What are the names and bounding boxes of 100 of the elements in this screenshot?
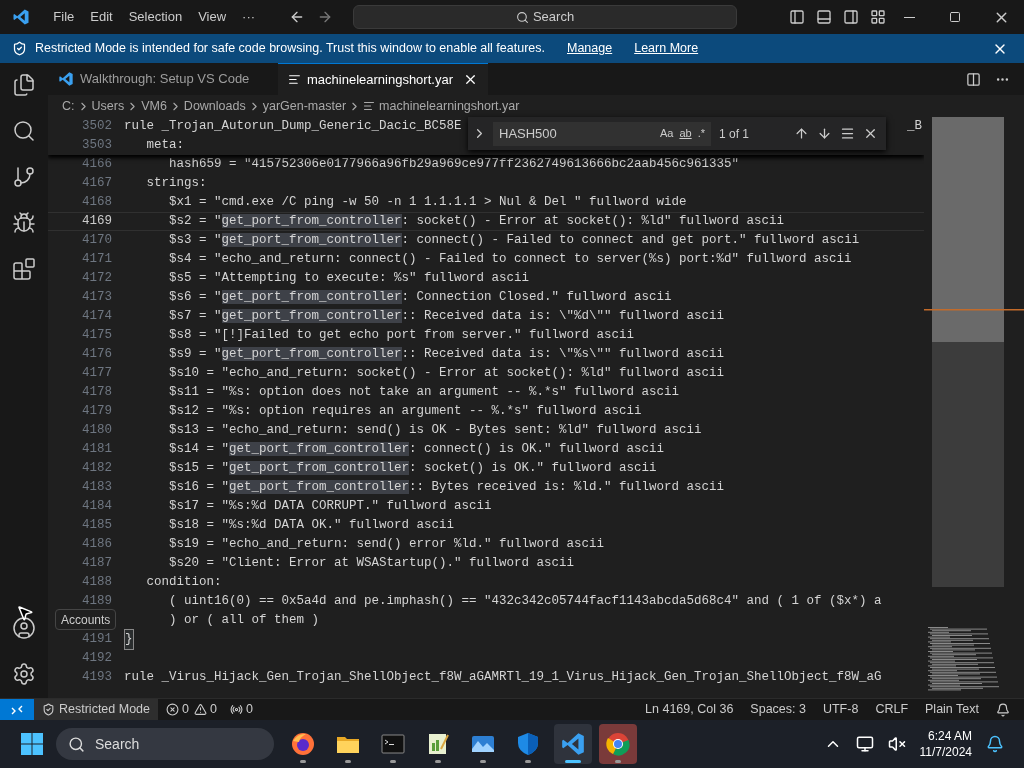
code-line: $s7 = "get_port_from_controller:: Received data is: \"%d\"" fullword ascii: [168, 308, 725, 326]
clock-date[interactable]: 11/7/2024: [919, 744, 972, 760]
shield-icon: [515, 731, 541, 757]
menu-item[interactable]: ···: [234, 7, 264, 27]
banner-link[interactable]: Learn More: [634, 39, 699, 58]
previous-match-icon[interactable]: [794, 126, 809, 141]
code-line: $s19 = "echo_and_return: send() error %ld." fullword ascii: [168, 536, 605, 554]
line-number: 4193: [81, 669, 112, 687]
windows-logo-icon[interactable]: [20, 732, 44, 756]
tab-label: machinelearningshort.yar: [307, 70, 453, 89]
remote-button[interactable]: [0, 698, 34, 721]
code-line: hash659 = "415752306e0177966a96fb29a969ce977ff2362749613666bc2aab456c961335": [168, 156, 740, 174]
match-count: 1 of 1: [719, 125, 750, 143]
code-line: rule _Trojan_Autorun_Dump_Generic_Dacic_BC58E: [124, 118, 462, 136]
line-number: 4168: [81, 194, 112, 212]
taskbar-app[interactable]: [554, 724, 592, 764]
ports-icon: [229, 703, 243, 716]
code-line: $s4 = "echo_and_return: connect() - Failed to connect to server(%s) port:%d" fullword ascii: [168, 251, 852, 269]
vscode-logo-icon: [11, 8, 30, 26]
search-icon: [68, 735, 85, 753]
tab-label: Walkthrough: Setup VS Code: [80, 70, 250, 89]
line-number: 4166: [81, 156, 112, 174]
network-icon[interactable]: [855, 735, 874, 753]
sidebar-toggle-icon[interactable]: [789, 9, 805, 25]
volume-muted-icon[interactable]: [887, 735, 906, 753]
status-item[interactable]: CRLF: [875, 700, 909, 719]
code-line: $s14 = "get_port_from_controller: connect() is OK." fullword ascii: [168, 441, 665, 459]
status-item[interactable]: UTF-8: [822, 700, 859, 719]
code-line: $s2 = "get_port_from_controller: socket() - Error at socket(): %ld" fullword ascii: [168, 213, 785, 231]
code-line: $s3 = "get_port_from_controller: connect() - Failed to connect and get port." fullword ascii: [168, 232, 860, 250]
menu-item[interactable]: Selection: [120, 7, 191, 27]
files-icon[interactable]: [12, 73, 36, 97]
error-count[interactable]: 0: [182, 700, 189, 719]
notification-icon[interactable]: [986, 735, 1004, 753]
code-line: $s9 = "get_port_from_controller:: Received data is: \"%s\"" fullword ascii: [168, 346, 725, 364]
line-number: 4174: [81, 308, 112, 326]
line-number: 4178: [81, 384, 112, 402]
find-option[interactable]: .*: [697, 125, 705, 142]
breadcrumb-item[interactable]: Downloads: [183, 96, 246, 116]
panel-toggle-icon[interactable]: [816, 9, 832, 25]
banner-message: Restricted Mode is intended for safe code browsing. Trust this window to enable all features.: [35, 40, 545, 58]
restricted-mode-button[interactable]: Restricted Mode: [34, 698, 158, 721]
code-line: $s16 = "get_port_from_controller:: Bytes received is: %ld." fullword ascii: [168, 479, 725, 497]
bell-icon[interactable]: [996, 702, 1010, 717]
line-number: 4172: [81, 270, 112, 288]
banner-link[interactable]: Manage: [567, 39, 613, 58]
search-field[interactable]: Search: [353, 5, 737, 29]
line-number: 4171: [81, 251, 112, 269]
layout-icon[interactable]: [870, 9, 886, 25]
branch-icon[interactable]: [12, 165, 36, 189]
menu-item[interactable]: Edit: [82, 7, 121, 27]
file-lines-icon: [288, 73, 301, 86]
bug-icon[interactable]: [12, 211, 36, 235]
secondary-sidebar-icon[interactable]: [843, 9, 859, 25]
line-number: 4187: [81, 555, 112, 573]
breadcrumb-item[interactable]: machinelearningshort.yar: [379, 96, 520, 116]
code-line: ) or ( all of them ): [168, 612, 320, 630]
find-option[interactable]: ab: [679, 125, 692, 142]
taskbar-search[interactable]: Search: [56, 728, 274, 760]
code-line: $s10 = "echo_and_return: socket() - Error at socket(): %ld" fullword ascii: [168, 365, 725, 383]
vscode-logo-icon: [58, 71, 74, 87]
chrome-icon: [605, 731, 631, 757]
line-number: 4189: [81, 593, 112, 611]
mouse-pointer-icon: [16, 604, 34, 622]
settings-icon[interactable]: [12, 662, 36, 686]
terminal-icon: [380, 731, 406, 757]
find-in-selection-icon[interactable]: [840, 126, 855, 141]
warning-count[interactable]: 0: [209, 700, 217, 719]
line-number: 4185: [81, 517, 112, 535]
next-match-icon[interactable]: [817, 126, 832, 141]
ports-count[interactable]: 0: [245, 700, 253, 719]
line-number: 4183: [81, 479, 112, 497]
tooltip: Accounts: [55, 609, 117, 630]
find-input[interactable]: HASH500 Aa ab .*: [493, 121, 711, 146]
extensions-icon[interactable]: [12, 257, 36, 281]
code-line: rule _Virus_Hijack_Gen_Trojan_ShellObject_f8W_aGAMRTl_19_1_Virus_Hijack_Gen_Trojan_ShellObject_f8W_aG: [124, 669, 882, 687]
breadcrumb-item[interactable]: C:: [62, 96, 75, 116]
code-line: condition:: [145, 574, 222, 592]
line-number: 4180: [81, 422, 112, 440]
line-number: 4191: [81, 631, 112, 649]
close-icon[interactable]: [863, 126, 878, 141]
find-option[interactable]: Aa: [659, 125, 674, 142]
split-editor-icon[interactable]: [966, 71, 981, 87]
line-number: 4169: [81, 213, 112, 231]
menu-item[interactable]: File: [45, 7, 83, 27]
code-line: $s11 = "%s: option does not take an argument -- %.*s" fullword ascii: [168, 384, 680, 402]
find-value: HASH500: [499, 124, 557, 143]
breadcrumb-item[interactable]: yarGen-master: [262, 96, 347, 116]
status-item[interactable]: Plain Text: [925, 700, 979, 719]
clock-time[interactable]: 6:24 AM: [927, 728, 972, 744]
line-number: 4175: [81, 327, 112, 345]
menu-item[interactable]: View: [190, 7, 235, 27]
breadcrumb-item[interactable]: VM6: [141, 96, 167, 116]
breadcrumb-item[interactable]: Users: [91, 96, 125, 116]
status-item[interactable]: Ln 4169, Col 36: [645, 700, 734, 719]
search-icon[interactable]: [12, 119, 36, 143]
account-icon[interactable]: [12, 616, 36, 640]
editor-tab[interactable]: machinelearningshort.yar: [278, 63, 488, 95]
line-number: 4170: [81, 232, 112, 250]
status-item[interactable]: Spaces: 3: [750, 700, 806, 719]
